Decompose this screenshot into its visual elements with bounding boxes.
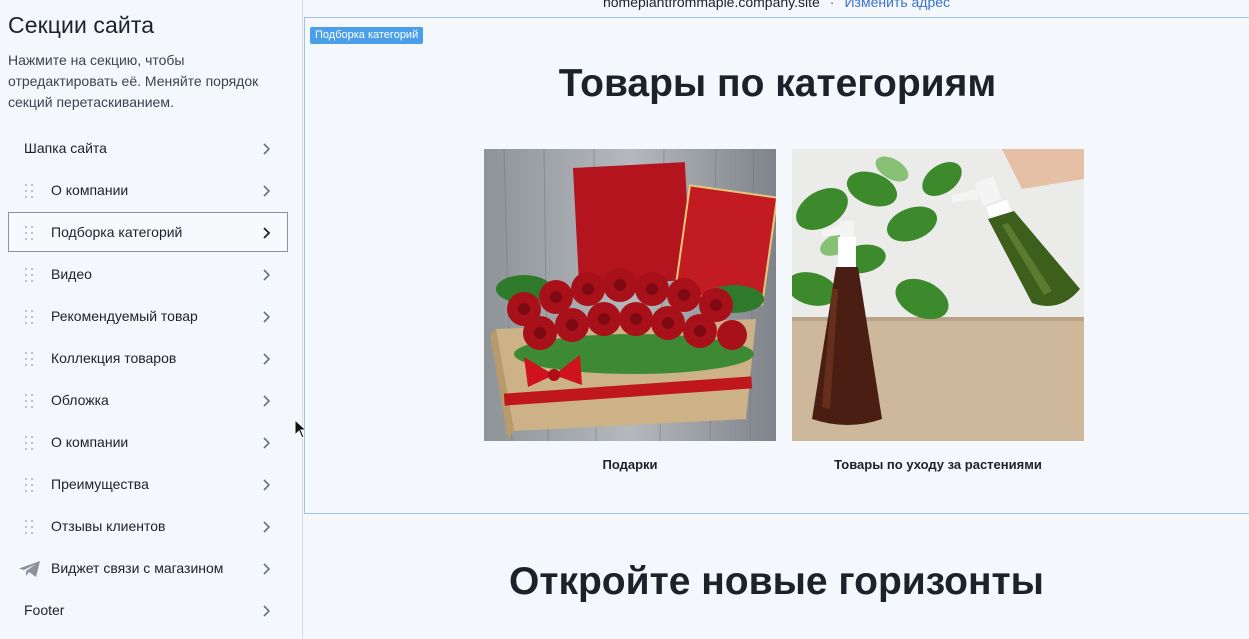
chevron-right-icon (263, 227, 271, 239)
section-item-footer[interactable]: Footer (8, 590, 288, 630)
category-caption: Товары по уходу за растениями (834, 457, 1042, 472)
sidebar-title: Секции сайта (8, 12, 155, 38)
selected-section-badge: Подборка категорий (310, 27, 424, 44)
chevron-right-icon (263, 521, 271, 533)
section-item-product-collection[interactable]: Коллекция товаров (8, 338, 288, 378)
section-item-label: Виджет связи с магазином (51, 560, 224, 576)
section-item-cover[interactable]: Обложка (8, 380, 288, 420)
plant-spray-bottles-photo (792, 149, 1084, 441)
drag-handle-icon[interactable] (25, 436, 35, 450)
section-item-about[interactable]: О компании (8, 170, 288, 210)
chevron-right-icon (263, 311, 271, 323)
section-item-label: О компании (51, 182, 129, 198)
sections-sidebar: Секции сайта Нажмите на секцию, чтобы от… (0, 0, 303, 639)
category-caption: Подарки (602, 457, 658, 472)
section-item-about-2[interactable]: О компании (8, 422, 288, 462)
drag-handle-icon[interactable] (25, 268, 35, 282)
section-item-label: Коллекция товаров (51, 350, 177, 366)
chevron-right-icon (263, 605, 271, 617)
site-address: homeplantfrommaple.company.site (602, 0, 820, 10)
drag-handle-icon[interactable] (25, 394, 35, 408)
chevron-right-icon (263, 395, 271, 407)
section-item-label: Footer (24, 602, 65, 618)
section-item-video[interactable]: Видео (8, 254, 288, 294)
chevron-right-icon (263, 143, 271, 155)
drag-handle-icon[interactable] (25, 310, 35, 324)
chevron-right-icon (263, 479, 271, 491)
site-preview: homeplantfrommaple.company.site · Изменить… (304, 0, 1249, 639)
chevron-right-icon (263, 185, 271, 197)
drag-handle-icon[interactable] (25, 226, 35, 240)
section-item-label: Обложка (51, 392, 109, 408)
next-section-title: Откройте новые горизонты (509, 560, 1044, 603)
section-item-advantages[interactable]: Преимущества (8, 464, 288, 504)
section-item-label: О компании (51, 434, 129, 450)
category-card-plant-care[interactable]: Товары по уходу за растениями (792, 149, 1084, 472)
address-separator: · (829, 0, 835, 10)
section-item-label: Отзывы клиентов (51, 518, 166, 534)
sidebar-hint: Нажмите на секцию, чтобы отредактировать… (8, 52, 259, 110)
telegram-plane-icon (19, 561, 40, 577)
section-item-featured-product[interactable]: Рекомендуемый товар (8, 296, 288, 336)
chevron-right-icon (263, 563, 271, 575)
category-selection-section[interactable]: Подборка категорий Товары по категориям (304, 17, 1249, 514)
categories-title: Товары по категориям (558, 62, 997, 105)
drag-handle-icon[interactable] (25, 352, 35, 366)
section-item-contact-widget[interactable]: Виджет связи с магазином (8, 548, 288, 588)
drag-handle-icon[interactable] (25, 184, 35, 198)
section-item-label: Видео (51, 266, 92, 282)
chevron-right-icon (263, 353, 271, 365)
section-list: Шапка сайта О компании Подборка категори… (8, 128, 288, 632)
drag-handle-icon[interactable] (25, 478, 35, 492)
section-item-label: Рекомендуемый товар (51, 308, 198, 324)
section-item-label: Шапка сайта (24, 140, 107, 156)
section-item-label: Подборка категорий (51, 224, 183, 240)
section-item-category-selection[interactable]: Подборка категорий (8, 212, 288, 252)
category-card-gifts[interactable]: Подарки (484, 149, 776, 472)
section-item-label: Преимущества (51, 476, 149, 492)
chevron-right-icon (263, 269, 271, 281)
drag-handle-icon[interactable] (25, 520, 35, 534)
section-item-header[interactable]: Шапка сайта (8, 128, 288, 168)
site-address-bar: homeplantfrommaple.company.site · Изменить… (304, 0, 1249, 10)
chevron-right-icon (263, 437, 271, 449)
category-cards: Подарки Товары по уходу за растениями (484, 149, 1084, 479)
section-item-reviews[interactable]: Отзывы клиентов (8, 506, 288, 546)
gift-box-roses-photo (484, 149, 776, 441)
change-address-link[interactable]: Изменить адрес (844, 0, 950, 10)
